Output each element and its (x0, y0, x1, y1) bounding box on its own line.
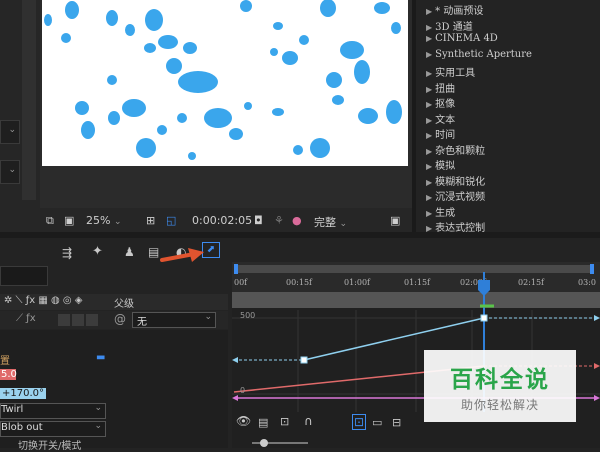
effects-item-3d-channel[interactable]: ▶ 3D 通道 (426, 18, 473, 33)
frame-blending-icon[interactable]: ▤ (148, 245, 159, 259)
rotation-value-field[interactable]: +170.0° (0, 388, 47, 399)
expand-triangle-icon: ▶ (426, 209, 433, 218)
property-dots: ▬ (96, 352, 106, 363)
chevron-down-icon: ⌄ (94, 421, 102, 431)
chevron-down-icon: ⌄ (339, 219, 348, 229)
zoom-select[interactable]: 25% ⌄ (86, 214, 122, 227)
graph-label-top: 500 (240, 311, 256, 320)
chevron-down-icon: ⌄ (94, 403, 102, 413)
graph-label-zero: 0 (240, 386, 246, 395)
expand-triangle-icon: ▶ (426, 193, 433, 202)
effects-item-blur-sharpen[interactable]: ▶ 模糊和锐化 (426, 173, 485, 188)
effects-presets-panel: ▶ * 动画预设 ▶ 3D 通道 ▶ CINEMA 4D ▶ Synthetic Ape… (412, 0, 600, 234)
effects-item-distort[interactable]: ▶ 扭曲 (426, 80, 455, 95)
separate-dimensions-icon[interactable]: ⊟ (392, 416, 401, 429)
transform-box-icon[interactable]: ⊡ (280, 415, 289, 428)
twirl-value: Twirl (1, 404, 24, 415)
graph-type-icon[interactable]: ▤ (258, 416, 268, 429)
effects-item-animation-presets[interactable]: ▶ * 动画预设 (426, 2, 483, 17)
comp-flowchart-icon[interactable]: ⇶ (62, 246, 72, 260)
timecode-display[interactable]: 0:00:02:05 (192, 214, 252, 227)
value-red-field[interactable]: 5.0 (0, 369, 17, 380)
twirl-select[interactable]: Twirl ⌄ (0, 403, 106, 419)
viewer-toolbar: ⧉ ▣ 25% ⌄ ⊞ ◱ 0:00:02:05 ◘ ⚘ ● 完整 ⌄ ▣ (40, 208, 412, 232)
expand-triangle-icon: ▶ (426, 34, 433, 43)
blob-graphics (44, 0, 402, 160)
expand-triangle-icon: ▶ (426, 69, 433, 78)
effects-item-utility[interactable]: ▶ 实用工具 (426, 64, 475, 79)
watermark-subtitle: 助你轻松解决 (460, 398, 539, 412)
region-of-interest-icon[interactable]: ◱ (166, 214, 176, 227)
expand-triangle-icon: ▶ (426, 131, 433, 140)
effects-item-time[interactable]: ▶ 时间 (426, 126, 455, 141)
layer-properties: 置 ▬ 5.0 +170.0° Twirl ⌄ Blob out ⌄ 切换开关/… (0, 330, 228, 452)
left-dropdown-2[interactable]: ⌄ (0, 160, 20, 184)
watermark-title: 百科全说 (450, 367, 550, 393)
project-panel: ⌄ ⌄ (0, 0, 40, 232)
quality-value: 完整 (314, 216, 336, 229)
chevron-down-icon: ⌄ (8, 165, 16, 175)
expand-triangle-icon: ▶ (426, 147, 433, 156)
pick-whip-icon[interactable]: @ (114, 312, 126, 326)
layer-switches[interactable]: ⟋ ƒx (16, 313, 36, 324)
expand-triangle-icon: ▶ (426, 178, 433, 187)
layer-columns-header: ✲ ⟍ ƒx ▦ ◍ ◎ ◈ 父级 (0, 294, 228, 310)
expand-triangle-icon: ▶ (426, 100, 433, 109)
chevron-down-icon: ⌄ (8, 125, 16, 135)
switch-icons: ✲ ⟍ ƒx ▦ ◍ ◎ ◈ (4, 295, 83, 306)
effects-item-synthetic-aperture[interactable]: ▶ Synthetic Aperture (426, 49, 532, 64)
timeline-search-input[interactable] (0, 266, 48, 286)
color-channels-icon[interactable]: ● (292, 214, 302, 227)
composition-canvas[interactable] (42, 0, 408, 166)
expand-triangle-icon: ▶ (426, 7, 433, 16)
parent-value: 无 (137, 317, 147, 328)
zoom-value: 25% (86, 214, 111, 227)
quality-select[interactable]: 完整 ⌄ (314, 214, 347, 230)
effects-item-text[interactable]: ▶ 文本 (426, 111, 455, 126)
parent-select[interactable]: 无 ⌄ (132, 312, 216, 328)
layer-row[interactable]: ⟋ ƒx @ 无 ⌄ (0, 311, 228, 329)
blob-value: Blob out (1, 422, 43, 433)
expand-triangle-icon: ▶ (426, 162, 433, 171)
switch-box[interactable] (58, 314, 70, 326)
zoom-slider-handle[interactable] (260, 439, 268, 447)
expand-triangle-icon: ▶ (426, 50, 433, 59)
draft-3d-icon[interactable]: ✦ (92, 244, 103, 259)
camera-snapshot-icon[interactable]: ◘ (254, 214, 263, 227)
fit-all-icon[interactable]: ▭ (372, 416, 382, 429)
snap-icon[interactable]: ∩ (304, 414, 313, 428)
effects-item-cinema4d[interactable]: ▶ CINEMA 4D (426, 33, 498, 48)
chevron-down-icon: ⌄ (204, 312, 212, 322)
shy-layers-icon[interactable]: ♟ (124, 245, 135, 259)
toggle-switches-modes[interactable]: 切换开关/模式 (18, 437, 81, 452)
switch-box[interactable] (72, 314, 84, 326)
left-scrollbar[interactable] (22, 0, 36, 200)
snapshot-settings-icon[interactable]: ⧉ (46, 214, 54, 228)
effects-item-noise-grain[interactable]: ▶ 杂色和颗粒 (426, 142, 485, 157)
expand-triangle-icon: ▶ (426, 23, 433, 32)
effects-item-simulation[interactable]: ▶ 模拟 (426, 157, 455, 172)
show-snapshot-icon[interactable]: ⚘ (274, 214, 284, 227)
annotation-arrow-icon (160, 248, 204, 262)
property-label: 置 (0, 356, 10, 367)
left-dropdown-1[interactable]: ⌄ (0, 120, 20, 144)
parent-column-header: 父级 (114, 299, 134, 310)
effects-item-immersive-video[interactable]: ▶ 沉浸式视频 (426, 188, 485, 203)
fit-selection-icon[interactable]: ⊡ (352, 414, 367, 430)
grid-guides-icon[interactable]: ⊞ (146, 214, 155, 227)
switch-box[interactable] (86, 314, 98, 326)
zoom-slider[interactable] (240, 438, 320, 448)
eye-icon[interactable]: 👁 (236, 414, 251, 428)
composition-viewer: ⧉ ▣ 25% ⌄ ⊞ ◱ 0:00:02:05 ◘ ⚘ ● 完整 ⌄ ▣ (40, 0, 412, 232)
expand-triangle-icon: ▶ (426, 116, 433, 125)
preview-toggle-icon[interactable]: ▣ (64, 214, 74, 227)
blob-select[interactable]: Blob out ⌄ (0, 421, 106, 437)
effects-item-keying[interactable]: ▶ 抠像 (426, 95, 455, 110)
expand-triangle-icon: ▶ (426, 85, 433, 94)
effects-item-generate[interactable]: ▶ 生成 (426, 204, 455, 219)
effects-scrollbar[interactable] (412, 0, 416, 232)
chevron-down-icon: ⌄ (113, 217, 122, 227)
view-options-icon[interactable]: ▣ (390, 214, 400, 227)
watermark: 百科全说 助你轻松解决 (424, 350, 576, 422)
